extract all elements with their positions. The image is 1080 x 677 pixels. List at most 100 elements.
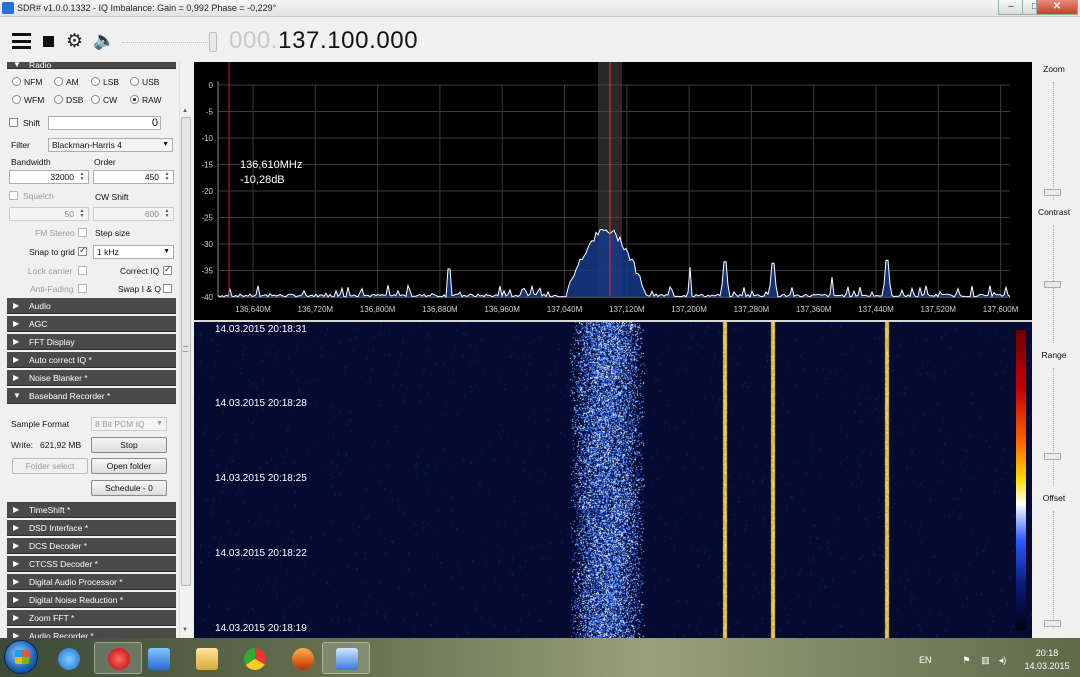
stop-button[interactable]: Stop [91, 437, 167, 453]
mode-radio-am[interactable]: AM [54, 77, 79, 87]
close-button[interactable]: ✕ [1036, 0, 1078, 15]
spinner-icon[interactable]: ▲ ▼ [77, 172, 87, 182]
range-slider[interactable] [1053, 368, 1055, 486]
shift-input[interactable]: 0 [48, 116, 161, 130]
contrast-label: Contrast [1037, 207, 1071, 217]
sample-format-select[interactable]: 8 Bit PCM IQ ▼ [91, 417, 167, 431]
spinner-icon[interactable]: ▲ ▼ [162, 172, 172, 182]
radio-button-icon[interactable] [130, 95, 139, 104]
fmstereo-checkbox[interactable] [78, 228, 87, 238]
snap-checkbox[interactable] [78, 245, 87, 257]
section-agc[interactable]: ▶ AGC [7, 316, 176, 332]
section-auto-correct-iq[interactable]: ▶ Auto correct IQ * [7, 352, 176, 368]
radio-button-icon[interactable] [12, 95, 21, 104]
bandwidth-input[interactable]: 32000 ▲ ▼ [9, 170, 89, 184]
mode-radio-raw[interactable]: RAW [130, 95, 162, 105]
lockcarrier-checkbox[interactable] [78, 266, 87, 276]
section-dcs-decoder[interactable]: ▶ DCS Decoder * [7, 538, 176, 554]
volume-icon[interactable]: ◂) [997, 655, 1008, 665]
cwshift-input[interactable]: 600 ▲ ▼ [93, 207, 174, 221]
taskbar-app-5[interactable] [278, 642, 326, 674]
chevron-down-icon: ▼ [13, 62, 21, 69]
zoom-slider-thumb[interactable] [1044, 189, 1061, 196]
radio-button-icon[interactable] [54, 77, 63, 86]
x-tick-label: 137,280M [734, 305, 770, 314]
toolbar: ⚙ 🔈 000.137.100.000 [0, 17, 1080, 62]
swapiq-checkbox[interactable] [163, 284, 172, 294]
cwshift-label: CW Shift [95, 192, 129, 202]
section-audio-recorder[interactable]: ▶ Audio Recorder * [7, 628, 176, 638]
order-input[interactable]: 450 ▲ ▼ [93, 170, 174, 184]
chevron-right-icon: ▶ [13, 559, 20, 568]
taskbar-app-2[interactable] [134, 642, 182, 674]
gear-icon[interactable]: ⚙ [66, 32, 83, 51]
taskbar-app-6[interactable] [322, 642, 370, 674]
correctiq-checkbox[interactable] [163, 264, 172, 276]
contrast-slider-thumb[interactable] [1044, 281, 1061, 288]
radio-button-icon[interactable] [91, 77, 100, 86]
radio-button-icon[interactable] [54, 95, 63, 104]
squelch-input[interactable]: 50 ▲ ▼ [9, 207, 89, 221]
left-panel-scrollbar[interactable]: ▲ ▼ [179, 62, 191, 638]
volume-slider-thumb[interactable] [209, 32, 217, 52]
shift-checkbox[interactable] [9, 118, 18, 128]
folder-select-button[interactable]: Folder select [12, 458, 88, 474]
squelch-checkbox[interactable] [9, 191, 18, 201]
spinner-icon[interactable]: ▲ ▼ [77, 209, 87, 219]
mode-radio-nfm[interactable]: NFM [12, 77, 42, 87]
speaker-icon[interactable]: 🔈 [93, 30, 115, 50]
radio-button-icon[interactable] [130, 77, 139, 86]
stop-icon[interactable] [43, 36, 54, 47]
volume-slider[interactable] [122, 42, 214, 45]
section-ctcss-decoder[interactable]: ▶ CTCSS Decoder * [7, 556, 176, 572]
schedule-button[interactable]: Schedule - 0 [91, 480, 167, 496]
minimize-button[interactable]: – [998, 0, 1024, 15]
network-icon[interactable]: ▥ [980, 655, 991, 665]
radio-button-icon[interactable] [91, 95, 100, 104]
section-dsd-interface[interactable]: ▶ DSD Interface * [7, 520, 176, 536]
flag-icon[interactable]: ⚑ [961, 655, 972, 665]
section-radio[interactable]: ▼ Radio [7, 62, 176, 70]
frequency-display[interactable]: 000.137.100.000 [229, 27, 418, 55]
menu-icon[interactable] [12, 33, 31, 49]
zoom-slider[interactable] [1053, 82, 1055, 200]
section-noise-blanker[interactable]: ▶ Noise Blanker * [7, 370, 176, 386]
x-tick-label: 137,520M [921, 305, 957, 314]
scroll-up-icon[interactable]: ▲ [182, 108, 188, 114]
offset-slider[interactable] [1053, 511, 1055, 629]
stepsize-select[interactable]: 1 kHz ▼ [93, 245, 174, 259]
taskbar-app-0[interactable] [44, 642, 92, 674]
folder-icon [196, 648, 218, 670]
y-tick-label: -40 [201, 293, 213, 302]
filter-select[interactable]: Blackman-Harris 4 ▼ [48, 138, 173, 152]
mode-radio-lsb[interactable]: LSB [91, 77, 119, 87]
mode-radio-dsb[interactable]: DSB [54, 95, 83, 105]
clock-date[interactable]: 14.03.2015 [1019, 661, 1075, 671]
clock-time[interactable]: 20:18 [1019, 648, 1075, 658]
section-digital-noise-reduction[interactable]: ▶ Digital Noise Reduction * [7, 592, 176, 608]
scroll-down-icon[interactable]: ▼ [182, 627, 188, 633]
section-digital-audio-processor[interactable]: ▶ Digital Audio Processor * [7, 574, 176, 590]
section-baseband-recorder[interactable]: ▼ Baseband Recorder * [7, 388, 176, 404]
mode-radio-cw[interactable]: CW [91, 95, 117, 105]
mode-radio-usb[interactable]: USB [130, 77, 159, 87]
section-zoom-fft[interactable]: ▶ Zoom FFT * [7, 610, 176, 626]
taskbar-app-4[interactable] [230, 642, 278, 674]
x-tick-label: 137,200M [671, 305, 707, 314]
section-timeshift[interactable]: ▶ TimeShift * [7, 502, 176, 518]
antifading-checkbox[interactable] [78, 284, 87, 294]
mode-radio-wfm[interactable]: WFM [12, 95, 44, 105]
offset-slider-thumb[interactable] [1044, 620, 1061, 627]
open-folder-button[interactable]: Open folder [91, 458, 167, 474]
start-button[interactable] [4, 640, 38, 674]
section-fft-display[interactable]: ▶ FFT Display [7, 334, 176, 350]
range-slider-thumb[interactable] [1044, 453, 1061, 460]
language-indicator[interactable]: EN [919, 655, 932, 665]
section-audio[interactable]: ▶ Audio [7, 298, 176, 314]
taskbar-app-3[interactable] [182, 642, 230, 674]
spectrum-panel[interactable]: 0 -5 -10 -15 -20 -25 -30 -35 -40 136,640M 136,720… [194, 62, 1032, 320]
spinner-icon[interactable]: ▲ ▼ [162, 209, 172, 219]
chevron-right-icon: ▶ [13, 319, 20, 328]
waterfall-panel[interactable]: 14.03.2015 20:18:31 14.03.2015 20:18:28 14… [194, 322, 1032, 638]
radio-button-icon[interactable] [12, 77, 21, 86]
